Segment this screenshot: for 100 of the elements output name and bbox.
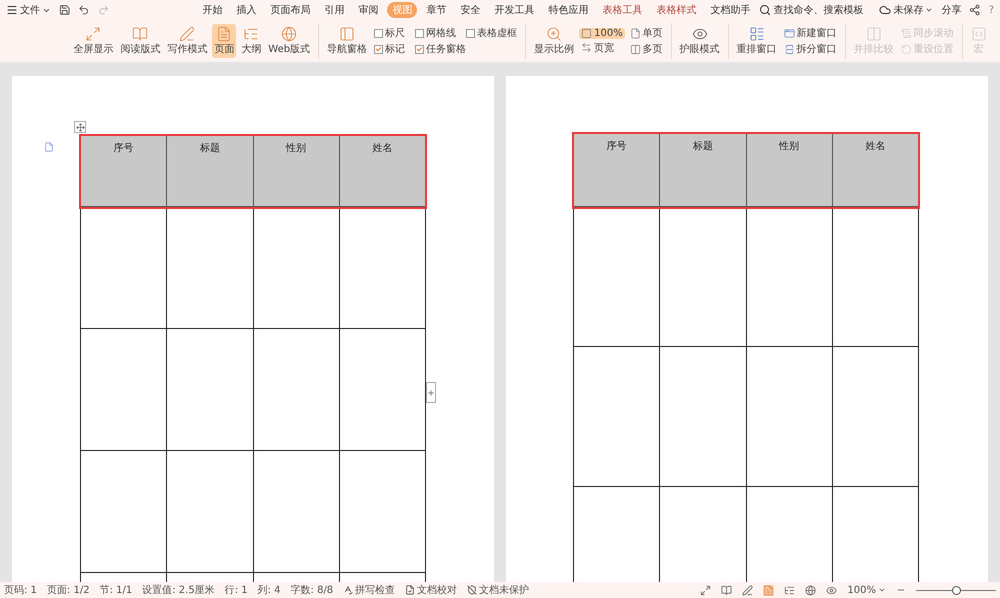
caret-icon [925,6,934,14]
zoom-icon [546,26,562,42]
ribbon-tab[interactable]: 表格样式 [651,2,702,18]
view-button[interactable]: 页面 [212,24,236,58]
checkbox[interactable]: 标尺 [372,26,408,40]
ribbon-tab[interactable]: 特色应用 [543,2,594,18]
status-text: 列: 4 [258,584,281,597]
checkbox[interactable]: 标记 [372,42,408,56]
pen-icon [179,26,196,42]
ribbon-tab[interactable]: 页面布局 [265,2,316,18]
save-status[interactable]: 未保存 [879,3,934,17]
book-icon [132,26,148,42]
outline-icon[interactable] [784,584,796,596]
slider-thumb[interactable] [952,586,961,594]
table-header-cell: 序号 [81,135,168,207]
checkbox[interactable]: 网格线 [413,26,458,40]
two-pages-icon [630,44,641,54]
fullscreen-icon [85,26,102,42]
zoom-option[interactable]: 页宽 [579,40,625,54]
table-header-cell: 序号 [574,133,660,207]
window-icon [748,26,765,42]
table-header-cell: 性别 [746,133,833,207]
status-text: 设置值: 2.5厘米 [142,584,215,597]
move-icon [76,122,84,132]
shield-icon [467,585,478,595]
zoom-button[interactable]: 显示比例 [532,24,576,58]
status-tool[interactable]: 拼写检查 [343,583,396,597]
split-icon [784,44,795,54]
search-command[interactable]: 查找命令、搜索模板 [759,3,864,17]
status-text: 页码: 1 [4,584,37,597]
menu-icon [6,4,18,16]
table-header-cell: 性别 [254,135,340,207]
status-text: 行: 1 [224,584,248,597]
eye-mode-button[interactable]: 护眼模式 [678,24,722,58]
share-button[interactable]: 分享 [941,3,962,17]
pen-icon[interactable] [742,584,754,596]
zoom-dropdown[interactable]: 100% [847,584,886,596]
table-header-cell: 姓名 [832,133,919,207]
checkbox[interactable]: 任务窗格 [413,42,468,56]
status-text: 页面: 1/2 [46,584,90,597]
zoom-option[interactable]: 多页 [628,42,665,56]
ribbon-tab[interactable]: 插入 [231,2,262,18]
document-check-icon [405,585,416,595]
view-button[interactable]: 阅读版式 [118,24,162,58]
book-icon[interactable] [721,584,732,596]
page-icon[interactable] [763,584,774,596]
fullscreen-icon[interactable] [700,584,712,596]
undo-icon[interactable] [78,4,90,16]
split-window-button[interactable]: 拆分窗口 [782,42,839,56]
status-tool[interactable]: 文档未保护 [467,583,530,597]
new-window-button[interactable]: 新建窗口 [782,26,839,40]
file-menu[interactable]: 文件 [6,3,51,17]
panel-icon [339,26,356,42]
caret-icon [878,586,886,594]
table-header-cell: 姓名 [340,135,426,207]
move-handle[interactable] [74,121,86,133]
columns-icon [866,26,882,42]
zoom-option[interactable]: 100% [579,28,625,38]
zoom-option[interactable]: 单页 [628,26,665,40]
ribbon-tab[interactable]: 引用 [319,2,350,18]
ribbon-tab[interactable]: 安全 [455,2,486,18]
ribbon-tab[interactable]: 审阅 [353,2,384,18]
table-header-cell: 标题 [167,135,254,207]
macro-icon [970,26,987,42]
reset-icon [900,44,912,54]
navigation-pane-button[interactable]: 导航窗格 [325,24,370,58]
ribbon-tab[interactable]: 章节 [421,2,452,18]
page-icon [216,26,232,42]
view-button[interactable]: Web版式 [266,24,312,58]
view-button[interactable]: 全屏显示 [71,24,116,58]
window-icon [784,28,795,38]
globe-icon [281,26,298,42]
page-icon [630,28,641,38]
square-icon [581,28,592,38]
spell-check-icon [343,585,354,595]
ribbon-tab[interactable]: 文档助手 [705,2,756,18]
eye-icon[interactable] [826,584,838,596]
document-icon [44,142,54,152]
save-icon[interactable] [59,4,70,16]
status-text: 字数: 8/8 [290,584,334,597]
globe-icon[interactable] [805,584,816,596]
outline-icon [243,26,260,42]
cloud-icon [879,4,892,16]
ribbon-tab[interactable]: 开始 [197,2,228,18]
add-column-handle[interactable] [426,382,436,403]
plus-icon [427,388,435,396]
search-icon [759,4,772,16]
status-tool[interactable]: 文档校对 [405,583,458,597]
view-button[interactable]: 写作模式 [165,24,210,58]
view-button[interactable]: 大纲 [239,24,264,58]
ribbon-tab[interactable]: 表格工具 [597,2,648,18]
share-icon[interactable] [969,4,981,16]
page-width-icon [581,42,592,53]
status-text: 节: 1/1 [100,584,132,597]
scroll-icon [900,28,912,38]
table-header-cell: 标题 [660,133,746,207]
arrange-window-button[interactable]: 重排窗口 [734,24,779,58]
eye-icon [692,26,708,42]
ribbon-tab[interactable]: 开发工具 [489,2,540,18]
checkbox[interactable]: 表格虚框 [464,26,520,40]
